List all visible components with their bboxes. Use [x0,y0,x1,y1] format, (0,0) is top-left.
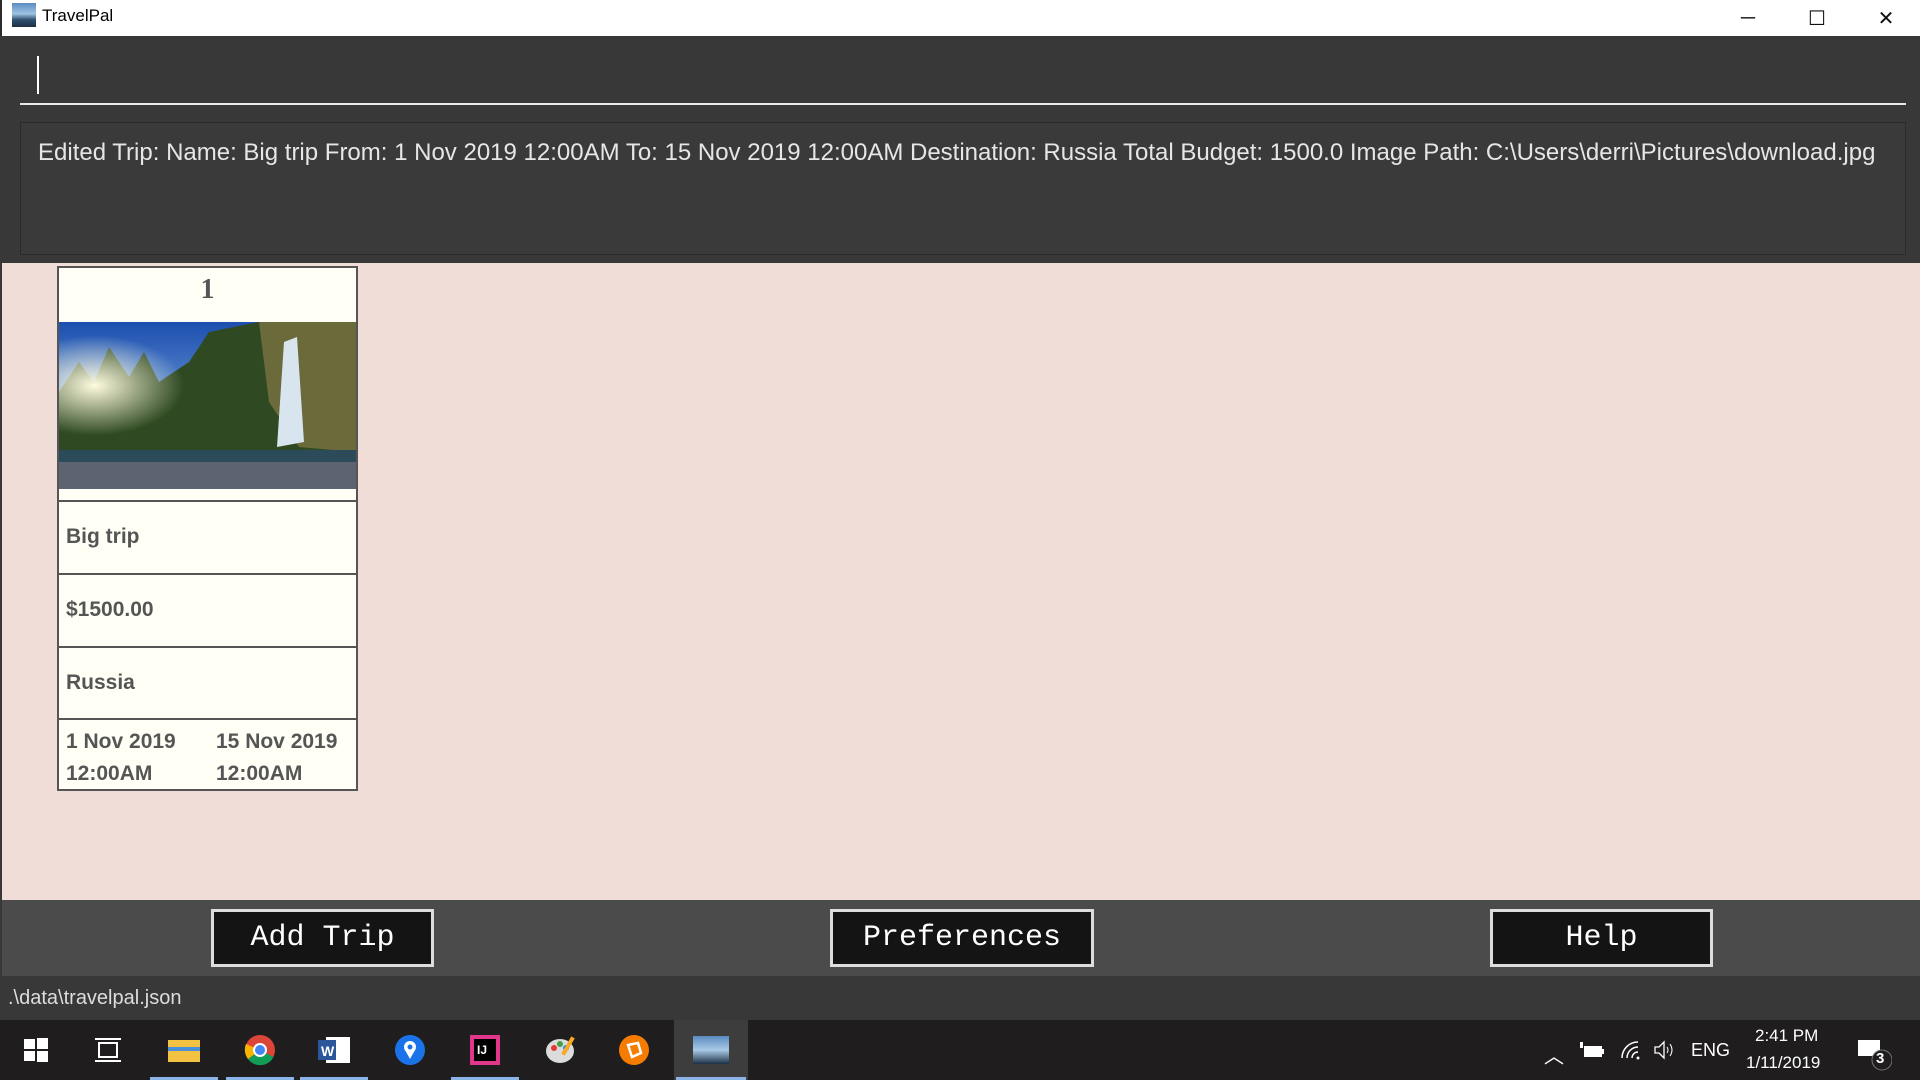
add-trip-button[interactable]: Add Trip [211,909,434,967]
clock-date[interactable]: 1/11/2019 [1746,1053,1820,1073]
data-file-path: .\data\travelpal.json [8,987,182,1009]
svg-text:IJ: IJ [477,1043,487,1057]
trip-to: 15 Nov 2019 12:00AM [216,726,337,790]
svg-text:W: W [321,1043,335,1059]
wifi-icon[interactable] [1620,1040,1642,1065]
battery-icon[interactable] [1580,1042,1606,1065]
close-button[interactable]: ✕ [1856,0,1916,36]
status-bar [2,976,1920,1020]
result-text: Edited Trip: Name: Big trip From: 1 Nov … [38,139,1876,166]
preferences-button[interactable]: Preferences [830,909,1094,967]
maps-icon[interactable] [374,1020,446,1080]
text-caret [37,56,39,94]
minimize-button[interactable]: ─ [1718,0,1778,36]
paint-icon[interactable] [524,1020,596,1080]
trip-dates: 1 Nov 2019 12:00AM 15 Nov 2019 12:00AM [59,718,356,789]
file-explorer-icon[interactable] [148,1020,220,1080]
command-underline [20,103,1906,105]
notifications-icon[interactable] [1858,1038,1893,1077]
trip-index: 1 [200,274,215,305]
volume-icon[interactable] [1653,1040,1677,1065]
intellij-icon[interactable]: IJ [449,1020,521,1080]
windows-start-icon[interactable] [0,1020,72,1080]
help-button[interactable]: Help [1490,909,1713,967]
trip-name: Big trip [59,500,356,573]
window-title: TravelPal [42,6,114,25]
title-bar [0,0,1920,36]
clock-time[interactable]: 2:41 PM [1755,1026,1818,1046]
app-icon [12,3,36,27]
trip-image [59,322,356,489]
trip-card[interactable]: 1 Big trip $1500.00 Russia 1 Nov 2019 12… [57,266,358,791]
trip-from: 1 Nov 2019 12:00AM [66,726,176,790]
task-view-icon[interactable] [72,1020,144,1080]
trip-to-time: 12:00AM [216,762,303,785]
travelpal-taskbar-icon[interactable] [674,1020,748,1080]
show-hidden-icons-chevron[interactable]: ︿ [1544,1040,1564,1069]
maximize-button[interactable]: ☐ [1787,0,1847,36]
command-input[interactable] [2,36,1920,112]
trip-destination: Russia [59,646,356,718]
trip-from-time: 12:00AM [66,762,153,785]
chrome-icon[interactable] [224,1020,296,1080]
notification-count: 3 [1876,1050,1885,1067]
trip-from-date: 1 Nov 2019 [66,730,176,753]
language-indicator[interactable]: ENG [1691,1040,1730,1061]
word-icon[interactable]: W [298,1020,370,1080]
trip-to-date: 15 Nov 2019 [216,730,338,753]
trip-budget: $1500.00 [59,573,356,646]
orange-app-icon[interactable] [598,1020,670,1080]
